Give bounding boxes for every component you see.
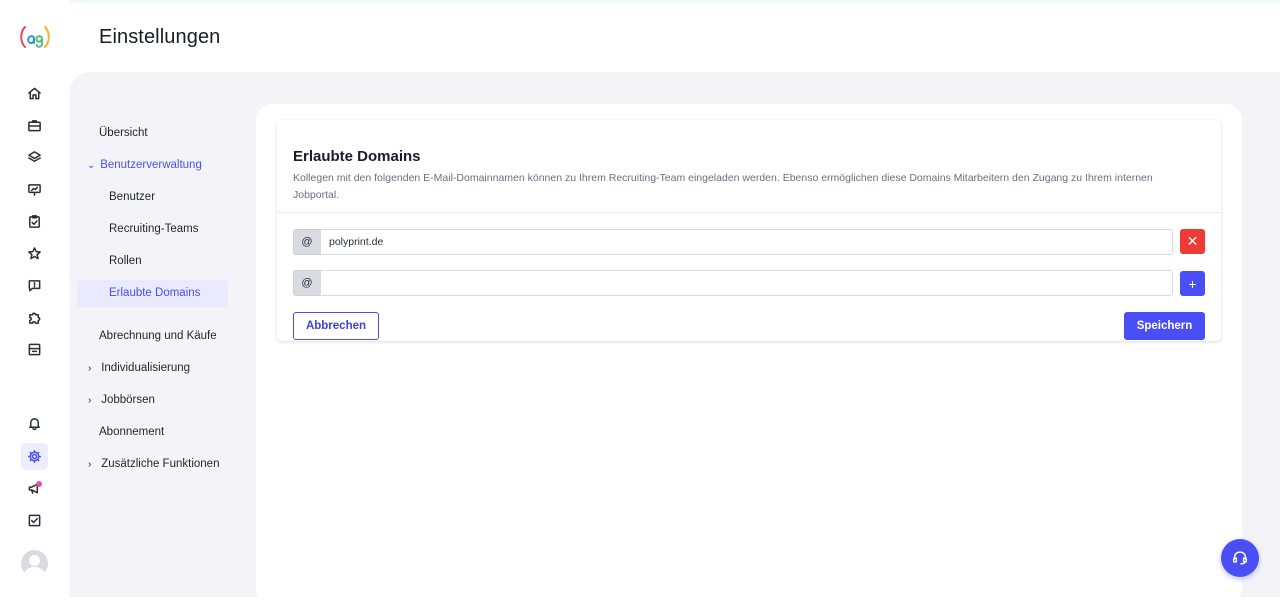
subnav-item-label: Erlaubte Domains [109,287,201,299]
subnav-item-label: Recruiting-Teams [109,223,199,235]
save-button[interactable]: Speichern [1124,312,1205,340]
subnav-item-benutzer[interactable]: Benutzer [109,191,155,203]
close-icon: ✕ [1186,233,1199,249]
domain-row: @ [293,270,1173,296]
subnav-item-label: Rollen [109,255,142,267]
subnav-item-benutzerverwaltung[interactable]: ⌄ Benutzerverwaltung [87,159,202,171]
subnav-item-rollen[interactable]: Rollen [109,255,142,267]
main-sidebar [0,0,69,597]
at-prefix: @ [293,229,320,255]
gear-icon[interactable] [21,443,48,470]
home-icon[interactable] [21,80,48,107]
notification-dot [36,481,42,487]
avatar[interactable] [21,550,48,577]
chevron-right-icon: › [88,363,92,374]
card-description: Kollegen mit den folgenden E-Mail-Domain… [293,172,1153,201]
support-chat-button[interactable] [1221,539,1259,577]
settings-panel: Erlaubte Domains Kollegen mit den folgen… [256,104,1242,604]
allowed-domains-card: Erlaubte Domains Kollegen mit den folgen… [277,120,1221,341]
chat-exclamation-icon[interactable] [21,272,48,299]
subnav-item-label: Benutzerverwaltung [100,159,202,171]
add-domain-button[interactable]: + [1180,271,1205,296]
subnav-item-label: Benutzer [109,191,156,203]
checkbox-icon[interactable] [21,507,48,534]
subnav-item-jobboersen[interactable]: › Jobbörsen [88,394,155,406]
at-prefix: @ [293,270,320,296]
settings-content: Übersicht ⌄ Benutzerverwaltung Benutzer … [69,72,1280,604]
archive-icon[interactable] [21,336,48,363]
subnav-item-label: Abrechnung und Käufe [99,330,217,342]
subnav-item-abrechnung[interactable]: Abrechnung und Käufe [99,330,217,342]
domain-row: @ [293,229,1173,255]
puzzle-icon[interactable] [21,304,48,331]
app-logo[interactable] [19,24,51,50]
subnav-item-abonnement[interactable]: Abonnement [99,426,164,438]
subnav-item-zusaetzliche-funktionen[interactable]: › Zusätzliche Funktionen [88,458,219,470]
chevron-right-icon: › [88,459,92,470]
page-title: Einstellungen [99,26,221,48]
new-domain-input[interactable] [320,270,1173,296]
top-accent-line [0,0,1280,3]
layers-icon[interactable] [21,144,48,171]
card-title: Erlaubte Domains [293,148,421,165]
briefcase-icon[interactable] [21,112,48,139]
subnav-item-uebersicht[interactable]: Übersicht [99,127,148,139]
cancel-button[interactable]: Abbrechen [293,312,379,340]
megaphone-icon[interactable] [21,475,48,502]
bell-icon[interactable] [21,410,48,437]
chevron-right-icon: › [88,395,92,406]
subnav-item-label: Individualisierung [101,362,191,374]
subnav-item-label: Zusätzliche Funktionen [101,458,220,470]
divider [277,212,1221,213]
chevron-down-icon: ⌄ [87,160,96,171]
subnav-item-individualisierung[interactable]: › Individualisierung [88,362,190,374]
clipboard-check-icon[interactable] [21,208,48,235]
domain-input[interactable] [320,229,1173,255]
subnav-item-label: Jobbörsen [101,394,155,406]
plus-icon: + [1188,275,1197,292]
remove-domain-button[interactable]: ✕ [1180,229,1205,254]
presentation-chart-icon[interactable] [21,176,48,203]
star-icon[interactable] [21,240,48,267]
subnav-item-erlaubte-domains[interactable]: Erlaubte Domains [109,287,200,299]
subnav-item-label: Übersicht [99,127,148,139]
subnav-item-recruiting-teams[interactable]: Recruiting-Teams [109,223,198,235]
headset-icon [1232,551,1248,565]
subnav-item-label: Abonnement [99,426,165,438]
